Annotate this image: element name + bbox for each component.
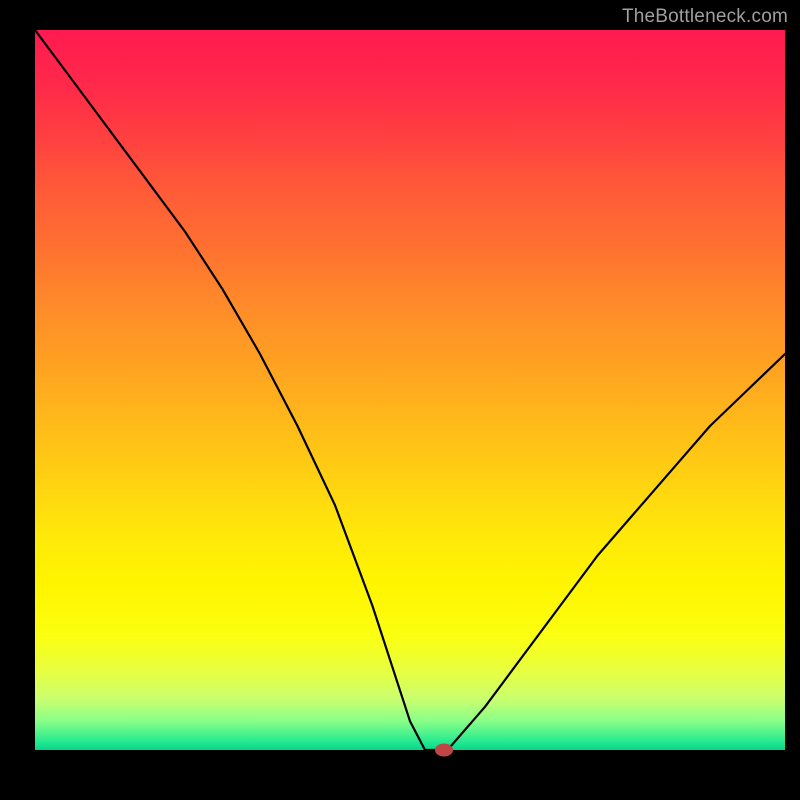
bottleneck-curve (35, 30, 785, 750)
watermark-text: TheBottleneck.com (622, 6, 788, 28)
optimal-point-marker (435, 744, 453, 757)
plot-area (35, 30, 785, 750)
chart-frame: TheBottleneck.com (0, 0, 800, 800)
